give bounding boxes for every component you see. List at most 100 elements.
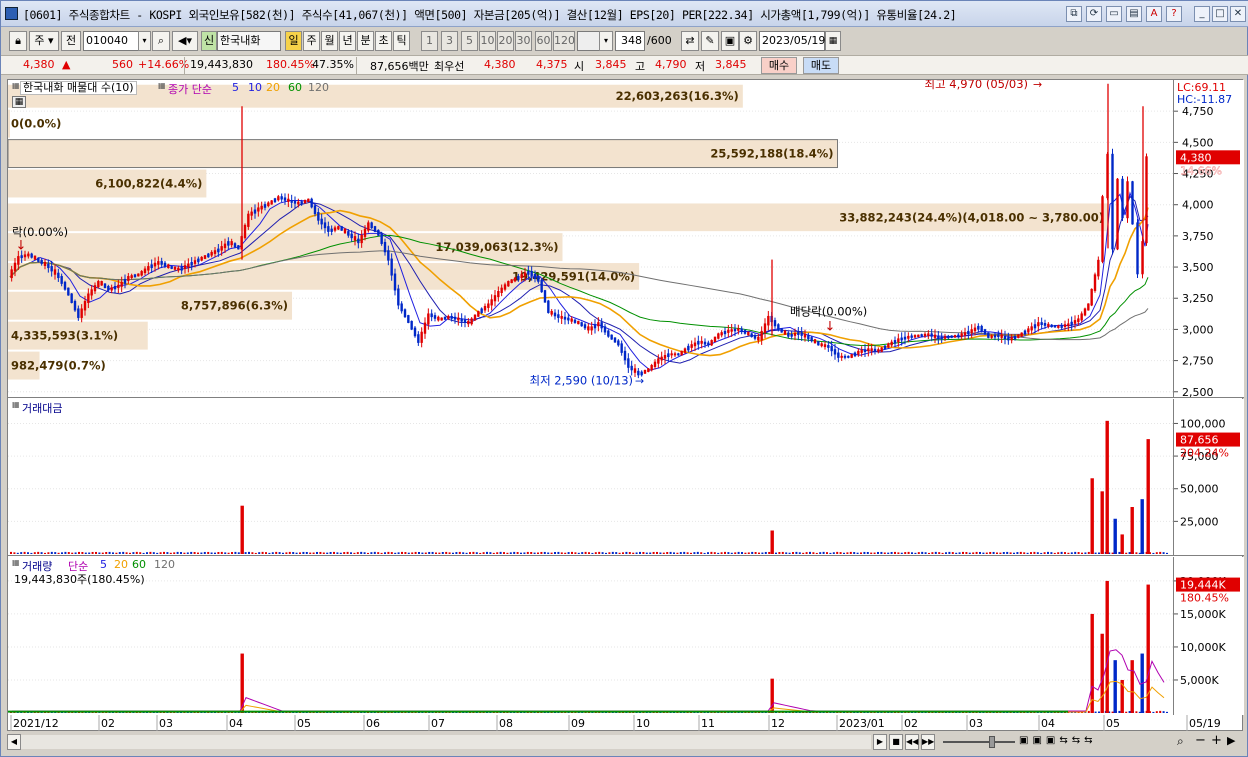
zoom-slider[interactable]: [943, 741, 1015, 743]
candle-body: [863, 349, 867, 353]
period-1[interactable]: 주: [303, 31, 320, 51]
volume-plot[interactable]: [8, 557, 1174, 715]
candle-body: [623, 350, 627, 361]
scroll-left-arrow[interactable]: ◀: [7, 734, 21, 750]
chart-area[interactable]: 22,603,263(16.3%) 0(0.0%) 25,592,188(18.4%…: [7, 79, 1244, 715]
interval-3[interactable]: 3: [441, 31, 458, 51]
candle-body: [323, 222, 327, 229]
scroll-right-icon[interactable]: ▶: [1227, 734, 1235, 747]
help-icon[interactable]: ?: [1166, 6, 1182, 22]
volume-ma-period-20[interactable]: 20: [114, 558, 128, 571]
zoom-out-icon[interactable]: ⌕: [1177, 734, 1184, 749]
print-icon[interactable]: ▤: [1126, 6, 1142, 22]
maximize-button[interactable]: □: [1212, 6, 1228, 22]
volume-ma-period-120[interactable]: 120: [154, 558, 175, 571]
period-6[interactable]: 틱: [393, 31, 410, 51]
save-icon[interactable]: ▣: [721, 31, 739, 51]
bar: [251, 552, 254, 554]
candle-body: [137, 273, 140, 277]
ma-period-5[interactable]: 5: [232, 81, 239, 94]
code-dropdown-icon[interactable]: ▾: [138, 31, 151, 51]
stop-icon[interactable]: ■: [889, 734, 903, 750]
volume-ma-period-5[interactable]: 5: [100, 558, 107, 571]
candle-body: [940, 336, 943, 340]
volume-value: 19,443,830: [190, 58, 253, 71]
grid-icon[interactable]: ▦: [12, 96, 26, 108]
interval-120[interactable]: 120: [553, 31, 575, 51]
scroll-track[interactable]: [21, 735, 871, 749]
bar: [33, 552, 36, 554]
ma-period-20[interactable]: 20: [266, 81, 280, 94]
play-icon[interactable]: ▶: [873, 734, 887, 750]
interval-20[interactable]: 20: [497, 31, 514, 51]
window-icon[interactable]: ▭: [1106, 6, 1122, 22]
buy-button[interactable]: 매수: [761, 57, 797, 74]
blank-dropdown-icon[interactable]: ▾: [599, 31, 613, 51]
interval-5[interactable]: 5: [461, 31, 478, 51]
back-icon[interactable]: ◀◀: [905, 734, 919, 750]
volume-ma-period-60[interactable]: 60: [132, 558, 146, 571]
tool-icons[interactable]: ▣▣▣⇆⇆⇆: [1019, 735, 1096, 746]
ma-period-60[interactable]: 60: [288, 81, 302, 94]
bar: [421, 552, 424, 554]
bar: [887, 552, 890, 554]
price-plot[interactable]: 22,603,263(16.3%) 0(0.0%) 25,592,188(18.4%…: [8, 80, 1174, 397]
settings-icon[interactable]: ⚙: [739, 31, 757, 51]
interval-30[interactable]: 30: [515, 31, 532, 51]
minus-icon[interactable]: −: [1195, 733, 1206, 748]
amount-panel-title[interactable]: 거래대금: [22, 400, 62, 416]
candle-body: [837, 352, 840, 358]
compare-icon[interactable]: ⇄: [681, 31, 699, 51]
period-5[interactable]: 초: [375, 31, 392, 51]
period-2[interactable]: 월: [321, 31, 338, 51]
candle-body: [1121, 178, 1124, 219]
lock-icon[interactable]: 🔒︎: [9, 31, 27, 51]
forward-icon[interactable]: ▶▶: [921, 734, 935, 750]
interval-60[interactable]: 60: [535, 31, 552, 51]
candle-body: [67, 287, 70, 296]
plus-icon[interactable]: +: [1211, 733, 1222, 748]
bar: [156, 552, 159, 554]
price-panel[interactable]: 22,603,263(16.3%) 0(0.0%) 25,592,188(18.4%…: [8, 80, 1244, 398]
zoom-slider-thumb[interactable]: [989, 736, 995, 748]
bar: [1019, 551, 1022, 554]
minimize-button[interactable]: _: [1194, 6, 1210, 22]
date-input[interactable]: 2023/05/19: [759, 31, 825, 51]
link-icon[interactable]: ⧉: [1066, 6, 1082, 22]
candle-body: [470, 318, 473, 325]
ma-period-10[interactable]: 10: [248, 81, 262, 94]
close-button[interactable]: ✕: [1230, 6, 1246, 22]
period-3[interactable]: 년: [339, 31, 356, 51]
search-icon[interactable]: ⌕: [152, 31, 170, 51]
bar: [693, 552, 696, 554]
period-4[interactable]: 분: [357, 31, 374, 51]
period-0[interactable]: 일: [285, 31, 302, 51]
ma-label[interactable]: 종가 단순: [168, 81, 212, 97]
sell-button[interactable]: 매도: [803, 57, 839, 74]
all-button[interactable]: 전: [61, 31, 81, 51]
candle-body: [80, 308, 83, 318]
bar: [737, 551, 740, 554]
font-icon[interactable]: A: [1146, 6, 1162, 22]
candle-body: [590, 326, 593, 331]
interval-1[interactable]: 1: [421, 31, 438, 51]
count-input[interactable]: 348: [615, 31, 645, 51]
interval-10[interactable]: 10: [479, 31, 496, 51]
candle-body: [183, 265, 187, 269]
price-panel-title[interactable]: 한국내화 매물대 수(10): [20, 81, 137, 95]
bar: [214, 552, 216, 554]
volume-panel[interactable]: 20,000K15,000K10,000K5,000K19,444K180.45…: [8, 557, 1244, 715]
refresh-icon[interactable]: ⟳: [1086, 6, 1102, 22]
candle-body: [173, 266, 177, 270]
speaker-icon[interactable]: ◀▾: [172, 31, 198, 51]
candle-body: [1080, 313, 1083, 321]
bar: [47, 552, 50, 554]
tool-icon[interactable]: ✎: [701, 31, 719, 51]
ma-period-120[interactable]: 120: [308, 81, 329, 94]
amount-panel[interactable]: 100,000 75,000 50,000 25,000 87,656 204.24% ▦…: [8, 399, 1244, 556]
bar: [1152, 711, 1155, 713]
type-select[interactable]: 주 ▾: [29, 31, 59, 51]
calendar-icon[interactable]: ▦: [825, 31, 841, 51]
candle-body: [600, 322, 603, 329]
amount-plot[interactable]: [8, 399, 1174, 555]
